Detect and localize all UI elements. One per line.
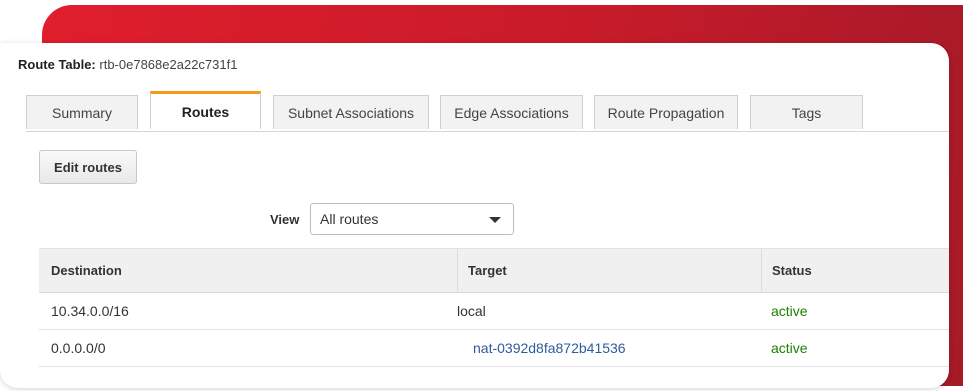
chevron-down-icon bbox=[489, 217, 501, 223]
target-link[interactable]: nat-0392d8fa872b41536 bbox=[473, 340, 626, 356]
column-header-target: Target bbox=[457, 249, 507, 292]
column-header-status: Status bbox=[761, 249, 812, 292]
table-header-row: Destination Target Status bbox=[39, 248, 949, 293]
route-table-label: Route Table: bbox=[18, 57, 96, 72]
column-header-destination: Destination bbox=[51, 263, 122, 278]
route-table-header: Route Table: rtb-0e7868e2a22c731f1 bbox=[18, 57, 237, 72]
tab-summary[interactable]: Summary bbox=[26, 95, 138, 129]
status-cell: active bbox=[771, 340, 808, 356]
tab-routes[interactable]: Routes bbox=[150, 91, 261, 129]
routes-table: Destination Target Status 10.34.0.0/16 l… bbox=[39, 248, 949, 367]
table-row: 0.0.0.0/0 nat-0392d8fa872b41536 active bbox=[39, 330, 949, 367]
table-row: 10.34.0.0/16 local active bbox=[39, 293, 949, 330]
route-table-id: rtb-0e7868e2a22c731f1 bbox=[99, 57, 238, 72]
edit-routes-button[interactable]: Edit routes bbox=[39, 150, 137, 184]
destination-cell: 0.0.0.0/0 bbox=[51, 340, 106, 356]
view-select-value: All routes bbox=[320, 211, 379, 227]
tab-tags[interactable]: Tags bbox=[750, 95, 863, 129]
tab-bar: Summary Routes Subnet Associations Edge … bbox=[26, 91, 949, 132]
target-cell: local bbox=[457, 303, 486, 319]
tab-subnet-associations[interactable]: Subnet Associations bbox=[273, 95, 429, 129]
route-table-panel: Route Table: rtb-0e7868e2a22c731f1 Summa… bbox=[0, 43, 949, 388]
status-cell: active bbox=[771, 303, 808, 319]
view-label: View bbox=[270, 212, 300, 227]
tab-edge-associations[interactable]: Edge Associations bbox=[440, 95, 583, 129]
view-select[interactable]: All routes bbox=[310, 203, 514, 235]
tab-route-propagation[interactable]: Route Propagation bbox=[594, 95, 738, 129]
destination-cell: 10.34.0.0/16 bbox=[51, 303, 129, 319]
